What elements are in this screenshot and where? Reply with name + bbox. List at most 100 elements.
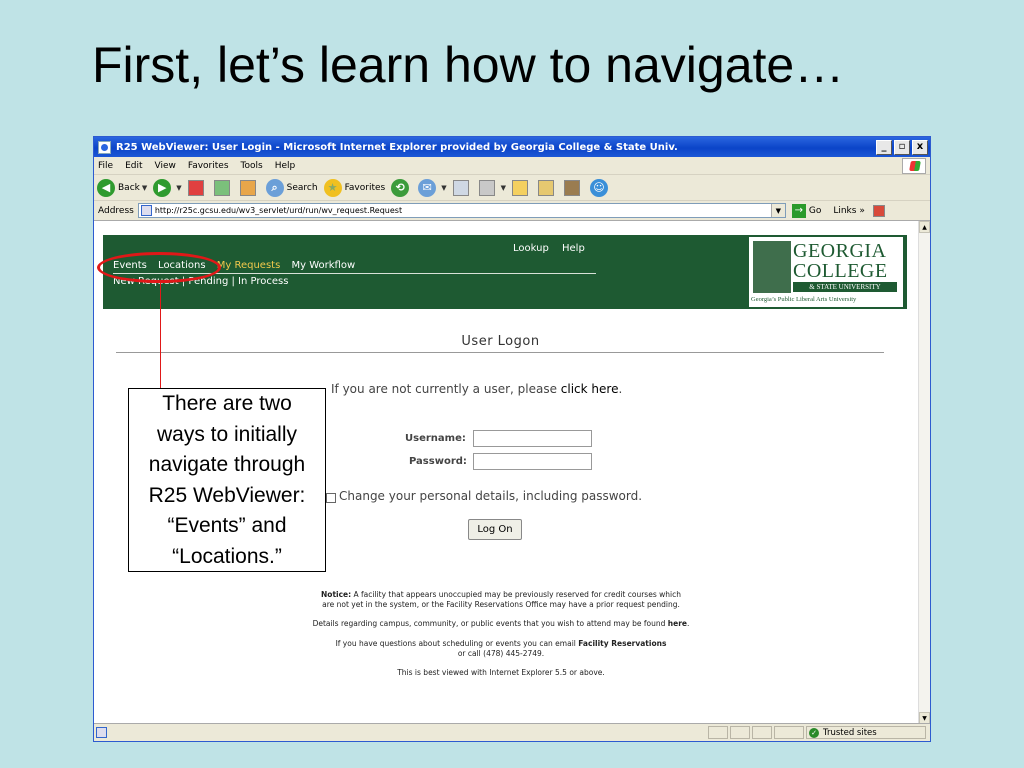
ie-icon	[98, 140, 111, 154]
menu-edit[interactable]: Edit	[125, 161, 142, 171]
username-input[interactable]	[473, 430, 592, 447]
here-link[interactable]: here	[668, 619, 687, 628]
r25-banner: Lookup Help Events Locations My Requests…	[103, 235, 907, 309]
user-logon-heading: User Logon	[461, 334, 540, 349]
callout-line: There are two	[162, 392, 292, 415]
security-zone: ✓ Trusted sites	[806, 726, 926, 739]
mail-button[interactable]: ✉ ▼	[418, 178, 447, 197]
go-arrow-icon: →	[791, 203, 806, 218]
callout-line: ways to initially	[156, 422, 298, 446]
address-url: http://r25c.gcsu.edu/wv3_servlet/urd/run…	[154, 206, 403, 215]
discuss-button[interactable]	[538, 179, 558, 196]
search-button[interactable]: ⌕ Search	[265, 178, 318, 197]
status-bar: ✓ Trusted sites	[94, 723, 930, 741]
slide-title: First, let’s learn how to navigate…	[92, 37, 845, 93]
favorites-button[interactable]: ★ Favorites	[323, 178, 386, 197]
new-user-prompt: If you are not currently a user, please …	[331, 382, 623, 396]
logo-line-1: GEORGIA	[793, 240, 887, 262]
trusted-check-icon: ✓	[809, 727, 819, 738]
window-titlebar: R25 WebViewer: User Login - Microsoft In…	[94, 137, 930, 157]
maximize-button[interactable]: ▫	[894, 139, 910, 155]
menu-tools[interactable]: Tools	[241, 161, 263, 171]
my-workflow-link[interactable]: My Workflow	[292, 260, 356, 271]
username-label: Username:	[405, 433, 466, 444]
callout-connector	[160, 283, 161, 389]
search-label: Search	[286, 182, 318, 193]
refresh-icon	[213, 179, 230, 196]
password-input[interactable]	[473, 453, 592, 470]
address-bar: Address http://r25c.gcsu.edu/wv3_servlet…	[94, 201, 930, 221]
page-status-icon	[96, 727, 107, 738]
page-icon	[140, 205, 152, 216]
logo-tagline: Georgia’s Public Liberal Arts University	[751, 296, 857, 303]
lookup-link[interactable]: Lookup	[513, 243, 549, 254]
heading-divider	[116, 352, 884, 353]
stop-button[interactable]	[187, 179, 208, 196]
vertical-scrollbar[interactable]: ▲ ▼	[918, 221, 930, 724]
menu-favorites[interactable]: Favorites	[188, 161, 229, 171]
home-icon	[239, 179, 256, 196]
back-label: Back	[118, 182, 140, 193]
menu-view[interactable]: View	[155, 161, 176, 171]
back-button[interactable]: ◀ Back ▼	[97, 178, 147, 197]
edit-button[interactable]: ▼	[478, 179, 506, 196]
minimize-button[interactable]: _	[876, 139, 892, 155]
menu-help[interactable]: Help	[275, 161, 296, 171]
address-label: Address	[98, 205, 134, 216]
browser-recommendation: This is best viewed with Internet Explor…	[397, 668, 605, 677]
click-here-link[interactable]: click here	[561, 382, 619, 396]
address-dropdown-icon[interactable]: ▼	[770, 204, 785, 217]
go-button[interactable]: → Go	[791, 203, 822, 218]
star-icon: ★	[323, 178, 342, 197]
print-button[interactable]	[452, 179, 473, 196]
messenger-icon: ☺	[590, 178, 608, 197]
log-on-button[interactable]: Log On	[468, 519, 522, 540]
notice-text: Notice: A facility that appears unoccupi…	[321, 590, 681, 609]
home-button[interactable]	[239, 179, 260, 196]
stop-icon	[187, 179, 204, 196]
mail-icon: ✉	[418, 178, 437, 197]
links-button[interactable]: Links »	[833, 206, 865, 216]
favorites-label: Favorites	[344, 182, 386, 193]
password-label: Password:	[409, 456, 467, 467]
close-button[interactable]: x	[912, 139, 928, 155]
toolbar: ◀ Back ▼ ▶ ▼ ⌕ Search ★ Favorites ⟲ ✉ ▼ ▼ ☺	[94, 175, 930, 201]
research-icon	[564, 179, 580, 196]
menu-bar: File Edit View Favorites Tools Help	[94, 157, 930, 175]
callout-line: “Events” and	[167, 514, 287, 537]
search-icon: ⌕	[265, 178, 284, 197]
back-arrow-icon: ◀	[97, 178, 115, 197]
logo-line-2: COLLEGE	[793, 260, 888, 282]
status-cell	[774, 726, 804, 739]
forward-button[interactable]: ▶ ▼	[153, 178, 182, 197]
history-icon: ⟲	[391, 178, 410, 197]
change-details-label: Change your personal details, including …	[339, 489, 643, 503]
change-details-checkbox[interactable]	[326, 493, 336, 503]
print-icon	[452, 179, 469, 196]
status-cell	[752, 726, 772, 739]
facility-reservations-link[interactable]: Facility Reservations	[578, 639, 666, 648]
messenger-button[interactable]: ☺	[590, 178, 611, 197]
window-title: R25 WebViewer: User Login - Microsoft In…	[116, 141, 678, 153]
zone-label: Trusted sites	[823, 727, 877, 738]
callout-line: R25 WebViewer:	[148, 483, 306, 507]
scroll-up-icon[interactable]: ▲	[919, 221, 930, 233]
menu-file[interactable]: File	[98, 161, 113, 171]
history-button[interactable]: ⟲	[391, 178, 412, 197]
logo-line-3: & STATE UNIVERSITY	[793, 282, 897, 292]
go-label: Go	[808, 205, 822, 216]
georgia-college-logo: GEORGIA COLLEGE & STATE UNIVERSITY Georg…	[749, 237, 903, 307]
refresh-button[interactable]	[213, 179, 234, 196]
details-text: Details regarding campus, community, or …	[312, 619, 690, 628]
research-button[interactable]	[564, 179, 584, 196]
my-requests-link[interactable]: My Requests	[217, 260, 281, 271]
folder-button[interactable]	[512, 179, 532, 196]
discuss-icon	[538, 179, 554, 196]
edit-icon	[478, 179, 495, 196]
toolbar-extra-icon[interactable]	[872, 204, 885, 217]
windows-flag-icon	[902, 158, 926, 174]
college-seal	[753, 241, 791, 293]
help-link[interactable]: Help	[562, 243, 585, 254]
utility-nav: Lookup Help	[513, 243, 595, 254]
address-input[interactable]: http://r25c.gcsu.edu/wv3_servlet/urd/run…	[137, 203, 786, 218]
